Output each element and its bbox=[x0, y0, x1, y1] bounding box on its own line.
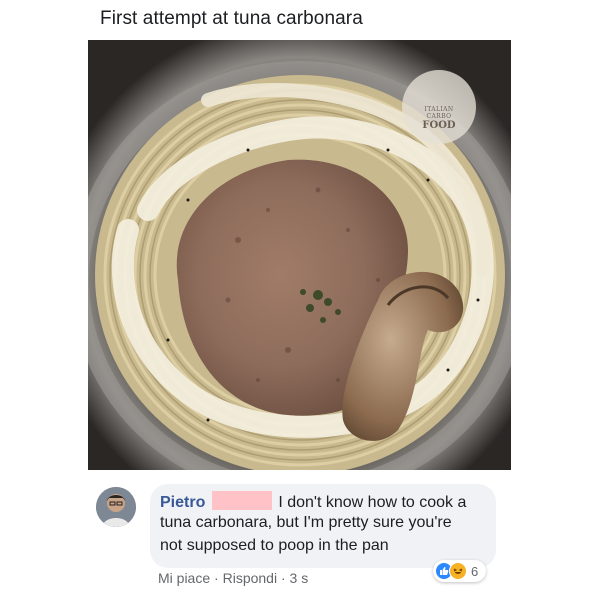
watermark-line1: ITALIAN bbox=[424, 105, 454, 113]
watermark-line2: CARBO bbox=[426, 112, 452, 120]
like-link[interactable]: Mi piace bbox=[158, 570, 210, 586]
post-caption: First attempt at tuna carbonara bbox=[100, 8, 363, 29]
haha-icon bbox=[449, 562, 467, 580]
comment-line-2: tuna carbonara, but I'm pretty sure you'… bbox=[160, 514, 452, 531]
comment-timestamp[interactable]: 3 s bbox=[290, 570, 309, 586]
user-photo-icon bbox=[96, 487, 136, 527]
reply-link[interactable]: Rispondi bbox=[223, 570, 277, 586]
separator-dot: · bbox=[214, 570, 219, 586]
comment-line-3: not supposed to poop in the pan bbox=[160, 537, 389, 554]
reaction-summary[interactable]: 6 bbox=[433, 560, 487, 582]
reaction-count: 6 bbox=[471, 563, 479, 579]
comment-text-line1: I don't know how to cook a bbox=[278, 494, 467, 511]
comment-author-link[interactable]: Pietro bbox=[160, 494, 205, 511]
comment-actions: Mi piace · Rispondi · 3 s bbox=[158, 570, 308, 586]
avatar[interactable] bbox=[96, 487, 136, 527]
redacted-surname bbox=[212, 491, 273, 510]
separator-dot: · bbox=[280, 570, 286, 586]
watermark-line3: FOOD bbox=[422, 119, 456, 131]
facebook-post: First attempt at tuna carbonara ITALIAN … bbox=[0, 0, 599, 589]
italian-food-watermark: ITALIAN CARBO FOOD bbox=[402, 70, 476, 144]
comment-line-1: Pietro I don't know how to cook a bbox=[160, 491, 466, 512]
